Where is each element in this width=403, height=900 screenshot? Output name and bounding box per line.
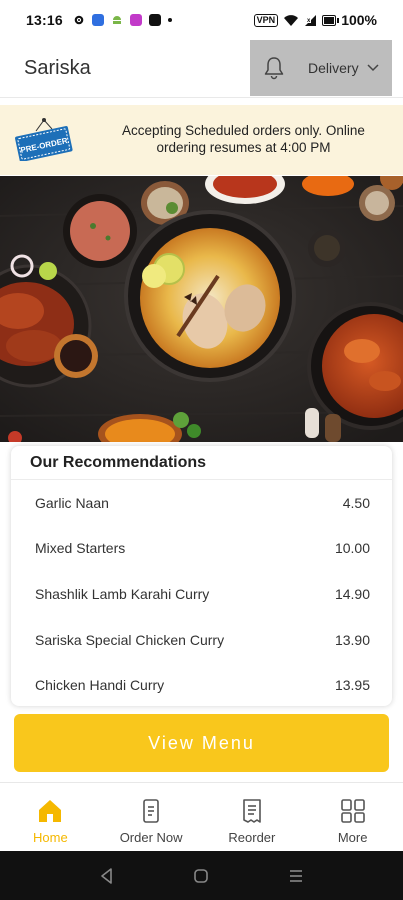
banner-message: Accepting Scheduled orders only. Online … bbox=[122, 123, 365, 155]
nav-reorder[interactable]: Reorder bbox=[202, 783, 303, 851]
battery-percent: 100% bbox=[341, 12, 377, 28]
food-illustration bbox=[0, 176, 403, 442]
delivery-label: Delivery bbox=[308, 60, 359, 76]
item-price: 4.50 bbox=[342, 494, 370, 511]
recommendation-item[interactable]: Chicken Handi Curry 13.95 bbox=[11, 662, 392, 706]
recommendations-card: Our Recommendations Garlic Naan 4.50 Mix… bbox=[11, 446, 392, 706]
back-icon[interactable] bbox=[98, 867, 116, 885]
restaurant-name: Sariska bbox=[24, 57, 91, 79]
recommendations-title: Our Recommendations bbox=[30, 454, 207, 471]
nav-label: Reorder bbox=[228, 830, 276, 845]
home-icon bbox=[39, 800, 62, 822]
recommendation-item[interactable]: Mixed Starters 10.00 bbox=[11, 526, 392, 572]
home-button-icon[interactable] bbox=[192, 867, 210, 885]
battery-icon bbox=[322, 14, 340, 26]
status-time: 13:16 bbox=[26, 12, 63, 28]
grid-icon bbox=[340, 799, 365, 823]
recommendation-item[interactable]: Shashlik Lamb Karahi Curry 14.90 bbox=[11, 571, 392, 617]
delivery-selector[interactable]: Delivery bbox=[250, 40, 392, 96]
recents-icon[interactable] bbox=[287, 867, 305, 885]
nav-order-now[interactable]: Order Now bbox=[101, 783, 202, 851]
item-name: Garlic Naan bbox=[35, 494, 109, 511]
view-menu-button[interactable]: View Menu bbox=[14, 714, 389, 772]
receipt-icon bbox=[243, 799, 261, 823]
nav-home[interactable]: Home bbox=[0, 783, 101, 851]
item-name: Mixed Starters bbox=[35, 540, 126, 557]
item-name: Shashlik Lamb Karahi Curry bbox=[35, 585, 210, 602]
recommendation-item[interactable]: Sariska Special Chicken Curry 13.90 bbox=[11, 617, 392, 663]
app-screen: 13:16 VPN x 100% Sariska Delivery PRE-OR… bbox=[0, 0, 403, 900]
notification-icons bbox=[73, 14, 172, 26]
preorder-banner: PRE-ORDER Accepting Scheduled orders onl… bbox=[0, 105, 403, 175]
status-right: VPN x 100% bbox=[253, 12, 377, 28]
recommendations-list: Garlic Naan 4.50 Mixed Starters 10.00 Sh… bbox=[11, 480, 392, 706]
chevron-down-icon bbox=[367, 64, 379, 72]
order-icon bbox=[143, 799, 159, 823]
nav-label: More bbox=[337, 830, 368, 845]
item-name: Chicken Handi Curry bbox=[35, 677, 165, 694]
media-app-icon bbox=[148, 14, 161, 26]
wifi-icon bbox=[284, 14, 299, 26]
item-price: 13.95 bbox=[334, 677, 370, 694]
vpn-icon: VPN bbox=[253, 13, 279, 27]
signal-icon: x bbox=[305, 14, 317, 26]
bottom-navigation: Home Order Now Reorder More bbox=[0, 782, 403, 851]
nav-label: Home bbox=[33, 830, 68, 845]
android-icon bbox=[112, 16, 121, 24]
nav-label: Order Now bbox=[119, 830, 183, 845]
bell-icon[interactable] bbox=[262, 55, 286, 81]
app-header: Sariska Delivery bbox=[0, 40, 403, 98]
status-bar: 13:16 VPN x 100% bbox=[0, 0, 403, 40]
settings-icon bbox=[74, 15, 84, 25]
item-price: 13.90 bbox=[334, 631, 370, 648]
hero-food-image bbox=[0, 176, 403, 442]
item-name: Sariska Special Chicken Curry bbox=[35, 631, 225, 648]
more-notifications-dot bbox=[167, 18, 172, 22]
camera-app-icon bbox=[129, 14, 142, 26]
recommendation-item[interactable]: Garlic Naan 4.50 bbox=[11, 480, 392, 526]
item-price: 14.90 bbox=[334, 585, 370, 602]
item-price: 10.00 bbox=[334, 540, 370, 557]
system-navigation-bar bbox=[0, 851, 403, 900]
nav-more[interactable]: More bbox=[302, 783, 403, 851]
app-notification-icon bbox=[91, 14, 104, 26]
preorder-tag-icon: PRE-ORDER bbox=[15, 118, 73, 161]
